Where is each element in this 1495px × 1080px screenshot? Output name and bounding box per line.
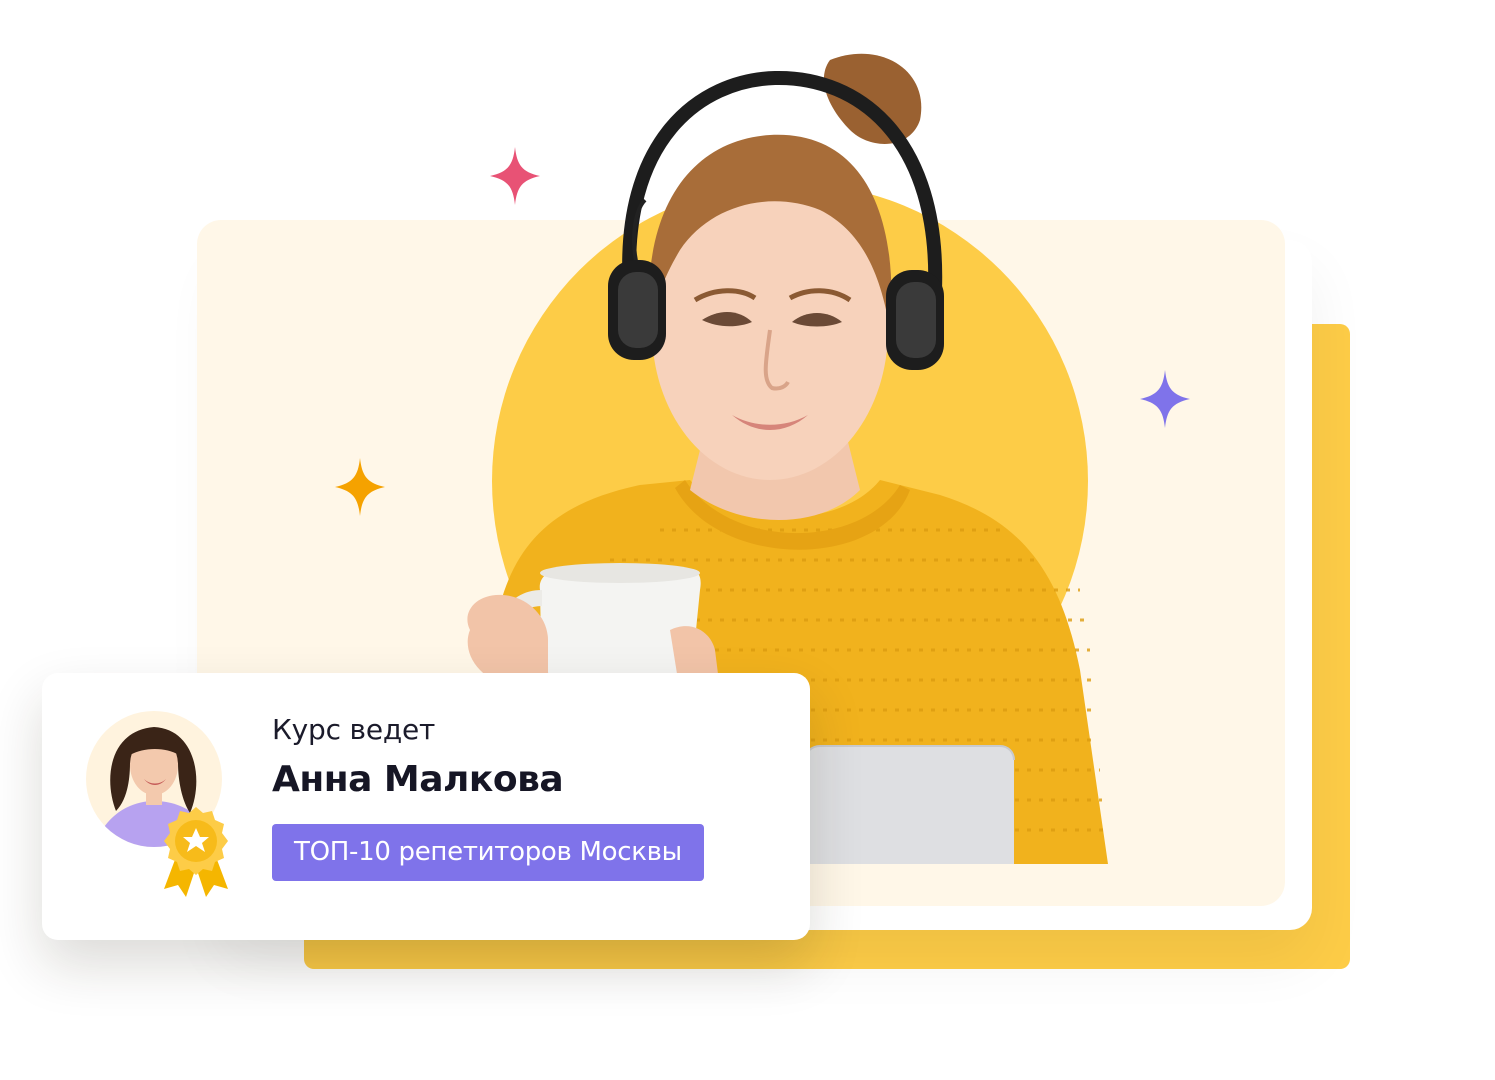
teacher-name: Анна Малкова [272,759,564,800]
sparkle-icon [1140,370,1190,428]
card-subtitle: Курс ведет [272,713,436,746]
top-10-badge: ТОП-10 репетиторов Москвы [272,824,704,881]
sparkle-icon [335,458,385,516]
teacher-card: Курс ведет Анна Малкова ТОП-10 репетитор… [42,673,810,940]
award-ribbon-icon [164,807,228,897]
